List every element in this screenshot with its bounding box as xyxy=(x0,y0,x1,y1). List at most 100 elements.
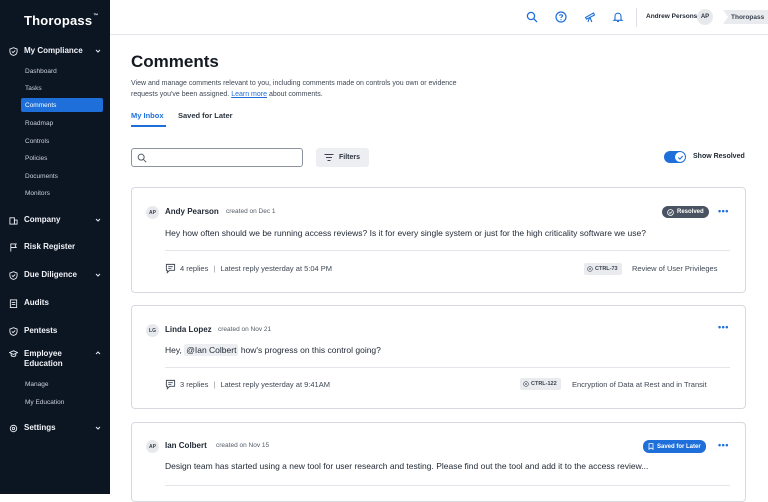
sidebar-item-controls[interactable]: Controls xyxy=(21,134,103,148)
sidebar-item-roadmap[interactable]: Roadmap xyxy=(21,116,103,130)
chat-icon xyxy=(165,379,176,390)
search-icon[interactable] xyxy=(526,11,538,23)
divider xyxy=(165,367,730,368)
search-input[interactable] xyxy=(131,148,303,167)
page-description: View and manage comments relevant to you… xyxy=(131,80,457,98)
filters-button[interactable]: Filters xyxy=(316,148,369,167)
shield-check-icon xyxy=(9,46,18,56)
sidebar: Thoropass™ My Compliance Dashboard Tasks… xyxy=(0,0,110,494)
shield-check-icon xyxy=(9,270,18,280)
sidebar-item-monitors[interactable]: Monitors xyxy=(21,186,103,200)
user-mention[interactable]: @Ian Colbert xyxy=(184,344,239,356)
tab-my-inbox[interactable]: My Inbox xyxy=(131,111,164,120)
sidebar-section-settings[interactable]: Settings xyxy=(0,419,110,437)
status-badge: Resolved xyxy=(662,206,709,218)
comment-date: created on Dec 1 xyxy=(226,208,276,215)
active-tab-indicator xyxy=(131,125,166,127)
more-options-icon[interactable]: ••• xyxy=(718,322,729,332)
telescope-icon[interactable] xyxy=(584,11,596,23)
sidebar-section-company[interactable]: Company xyxy=(0,211,110,229)
sidebar-section-audits[interactable]: Audits xyxy=(0,294,110,312)
bell-icon[interactable] xyxy=(612,11,624,23)
building-icon xyxy=(9,216,18,225)
divider xyxy=(636,8,637,27)
chevron-down-icon xyxy=(95,49,101,53)
comment-card[interactable]: AP Ian Colbert created on Nov 15 Saved f… xyxy=(131,422,746,502)
sidebar-item-my-education[interactable]: My Education xyxy=(21,395,103,409)
latest-reply: Latest reply yesterday at 9:41AM xyxy=(220,380,330,389)
divider xyxy=(165,250,730,251)
sidebar-section-my-compliance[interactable]: My Compliance xyxy=(0,42,110,60)
comment-date: created on Nov 21 xyxy=(218,326,272,333)
target-icon xyxy=(523,381,529,387)
comment-date: created on Nov 15 xyxy=(216,442,270,449)
target-icon xyxy=(587,266,593,272)
sidebar-section-pentests[interactable]: Pentests xyxy=(0,322,110,340)
comment-footer[interactable]: 3 replies | Latest reply yesterday at 9:41… xyxy=(165,379,330,390)
more-options-icon[interactable]: ••• xyxy=(718,206,729,216)
avatar: LG xyxy=(146,324,159,337)
clipboard-icon xyxy=(9,298,18,308)
chevron-down-icon xyxy=(95,426,101,430)
sidebar-section-label: Risk Register xyxy=(24,242,76,251)
org-switcher[interactable]: Thoropass xyxy=(723,10,768,24)
comment-body: Hey how often should we be running acces… xyxy=(165,228,646,238)
graduation-cap-icon xyxy=(9,349,18,358)
reply-count: 3 replies xyxy=(180,380,209,389)
shield-check-icon xyxy=(9,326,18,336)
reply-count: 4 replies xyxy=(180,264,209,273)
avatar: AP xyxy=(146,440,159,453)
search-icon xyxy=(137,153,147,163)
sidebar-item-documents[interactable]: Documents xyxy=(21,169,103,183)
avatar[interactable]: AP xyxy=(697,9,713,25)
control-name[interactable]: Review of User Privileges xyxy=(632,264,717,273)
sidebar-section-label: Due Diligence xyxy=(24,270,77,279)
show-resolved-toggle[interactable] xyxy=(664,151,686,163)
learn-more-link[interactable]: Learn more xyxy=(231,91,267,98)
user-name[interactable]: Andrew Persons xyxy=(646,13,697,20)
divider xyxy=(165,485,730,486)
sidebar-section-label: Audits xyxy=(24,298,49,307)
sidebar-section-label: My Compliance xyxy=(24,46,83,55)
sidebar-item-tasks[interactable]: Tasks xyxy=(21,81,103,95)
chevron-up-icon xyxy=(95,351,101,355)
tab-saved-for-later[interactable]: Saved for Later xyxy=(178,111,233,120)
app-logo[interactable]: Thoropass™ xyxy=(24,13,98,28)
status-badge: Saved for Later xyxy=(643,440,706,453)
sidebar-section-due-diligence[interactable]: Due Diligence xyxy=(0,266,110,284)
filter-icon xyxy=(324,153,334,162)
comment-author: Ian Colbert xyxy=(165,441,207,450)
sidebar-section-risk-register[interactable]: Risk Register xyxy=(0,238,110,256)
help-icon[interactable] xyxy=(555,11,567,23)
comment-author: Andy Pearson xyxy=(165,207,219,216)
comment-body: Design team has started using a new tool… xyxy=(165,461,649,471)
comment-card[interactable]: AP Andy Pearson created on Dec 1 Resolve… xyxy=(131,187,746,293)
gear-icon xyxy=(9,424,18,433)
comment-body: Hey, @Ian Colbert how's progress on this… xyxy=(165,344,381,356)
control-badge[interactable]: CTRL-122 xyxy=(520,378,561,390)
more-options-icon[interactable]: ••• xyxy=(718,440,729,450)
filters-label: Filters xyxy=(339,154,361,161)
control-badge[interactable]: CTRL-73 xyxy=(584,263,622,275)
page-title: Comments xyxy=(131,52,219,71)
sidebar-section-label: Employee Education xyxy=(24,349,63,368)
sidebar-section-label: Pentests xyxy=(24,326,58,335)
chevron-down-icon xyxy=(95,273,101,277)
comment-card[interactable]: LG Linda Lopez created on Nov 21 ••• Hey… xyxy=(131,305,746,409)
flag-icon xyxy=(9,242,18,252)
comment-footer[interactable]: 4 replies | Latest reply yesterday at 5:04… xyxy=(165,263,332,274)
avatar: AP xyxy=(146,206,159,219)
show-resolved-label: Show Resolved xyxy=(693,153,745,160)
sidebar-section-employee-education[interactable]: Employee Education xyxy=(0,345,110,371)
sidebar-item-policies[interactable]: Policies xyxy=(21,151,103,165)
chevron-down-icon xyxy=(95,218,101,222)
sidebar-section-label: Company xyxy=(24,215,61,224)
sidebar-item-manage[interactable]: Manage xyxy=(21,377,103,391)
bookmark-icon xyxy=(648,443,654,450)
comment-author: Linda Lopez xyxy=(165,325,212,334)
sidebar-item-dashboard[interactable]: Dashboard xyxy=(21,64,103,78)
check-circle-icon xyxy=(667,208,674,216)
sidebar-section-label: Settings xyxy=(24,423,56,432)
sidebar-item-comments[interactable]: Comments xyxy=(21,98,103,112)
control-name[interactable]: Encryption of Data at Rest and in Transi… xyxy=(572,380,707,389)
